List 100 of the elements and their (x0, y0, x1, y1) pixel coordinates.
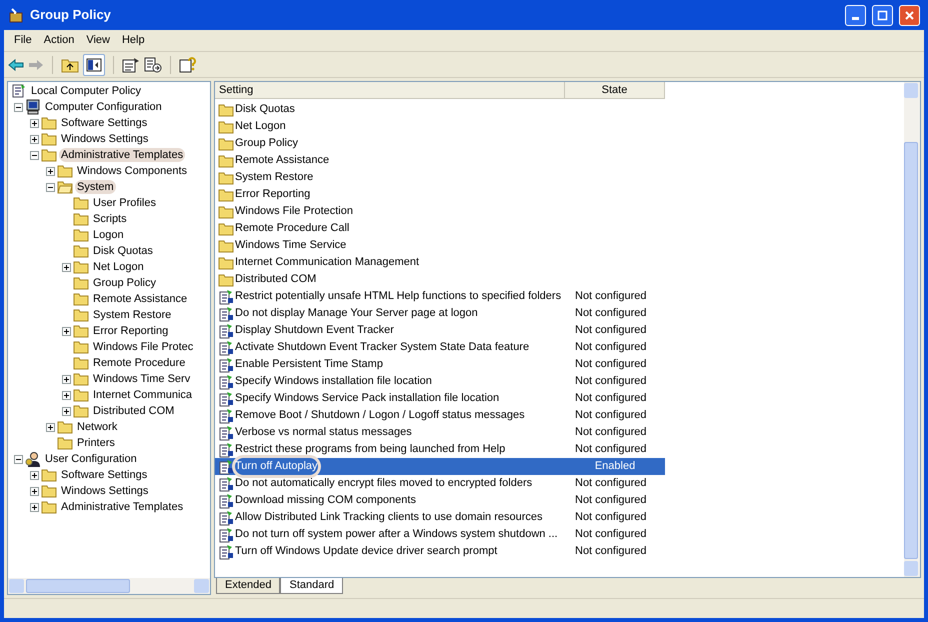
table-row[interactable]: Allow Distributed Link Tracking clients to use domain resources Not configured (215, 509, 665, 526)
policy-icon (218, 322, 234, 338)
table-row[interactable]: Verbose vs normal status messages Not configured (215, 424, 665, 441)
tree-item[interactable]: Scripts (91, 212, 129, 226)
table-row[interactable]: Turn off Autoplay Enabled (215, 458, 665, 475)
table-row[interactable]: Specify Windows Service Pack installation file location Not configured (215, 390, 665, 407)
expand-toggle[interactable] (30, 486, 39, 496)
menu-item[interactable]: Help (116, 32, 151, 49)
back-arrow-icon[interactable] (8, 58, 24, 72)
tree-item[interactable]: Software Settings (59, 116, 150, 130)
folder-icon (73, 244, 89, 258)
table-row[interactable]: Do not automatically encrypt files moved to encrypted folders Not configured (215, 475, 665, 492)
tree-item[interactable]: Computer Configuration (43, 100, 164, 114)
table-row[interactable]: Specify Windows installation file location Not configured (215, 373, 665, 390)
table-row[interactable]: Remove Boot / Shutdown / Logon / Logoff status messages Not configured (215, 407, 665, 424)
horizontal-scrollbar[interactable] (8, 578, 210, 594)
vertical-scrollbar[interactable] (904, 82, 920, 577)
table-row[interactable]: Distributed COM (215, 271, 665, 288)
show-tree-toggle[interactable] (83, 54, 105, 76)
folder-icon (41, 484, 57, 498)
table-row[interactable]: Net Logon (215, 118, 665, 135)
expand-toggle[interactable] (30, 470, 39, 480)
table-row[interactable]: Internet Communication Management (215, 254, 665, 271)
tree-item[interactable]: Disk Quotas (91, 244, 155, 258)
tree-item[interactable]: System Restore (91, 308, 174, 322)
table-row[interactable]: Windows Time Service (215, 237, 665, 254)
table-row[interactable]: Download missing COM components Not configured (215, 492, 665, 509)
expand-toggle[interactable] (62, 374, 71, 384)
tree-item[interactable]: Net Logon (91, 260, 146, 274)
expand-toggle[interactable] (30, 502, 39, 512)
properties-icon[interactable] (122, 56, 140, 72)
policy-icon (218, 442, 234, 458)
table-row[interactable]: Do not display Manage Your Server page at logon Not configured (215, 305, 665, 322)
table-row[interactable]: Restrict potentially unsafe HTML Help functions to specified folders Not configured (215, 288, 665, 305)
minimize-icon (852, 17, 859, 20)
expand-toggle[interactable] (62, 326, 71, 336)
folder-icon (218, 102, 234, 116)
tree-item[interactable]: Windows Settings (59, 484, 150, 498)
setting-name: Remote Assistance (235, 153, 330, 168)
tree-item[interactable]: User Configuration (43, 452, 139, 466)
tree-item[interactable]: Printers (75, 436, 117, 450)
tree-item[interactable]: Administrative Templates (59, 500, 186, 514)
table-row[interactable]: System Restore (215, 169, 665, 186)
table-row[interactable]: Do not turn off system power after a Windows system shutdown ... Not configured (215, 526, 665, 543)
table-row[interactable]: Activate Shutdown Event Tracker System State Data feature Not configured (215, 339, 665, 356)
window-title: Group Policy (30, 6, 112, 24)
collapse-toggle[interactable] (46, 182, 55, 192)
menu-item[interactable]: File (8, 32, 38, 49)
table-row[interactable]: Group Policy (215, 135, 665, 152)
tree-item[interactable]: Windows Time Serv (91, 372, 192, 386)
tree-item[interactable]: Remote Procedure (91, 356, 188, 370)
view-tab[interactable]: Standard (280, 578, 344, 594)
table-row[interactable]: Enable Persistent Time Stamp Not configured (215, 356, 665, 373)
setting-name: Net Logon (235, 119, 286, 134)
collapse-toggle[interactable] (14, 102, 23, 112)
table-row[interactable]: Error Reporting (215, 186, 665, 203)
setting-name: Remote Procedure Call (235, 221, 350, 236)
tree-item[interactable]: System (75, 180, 116, 194)
menu-item[interactable]: View (80, 32, 116, 49)
expand-toggle[interactable] (46, 422, 55, 432)
minimize-button[interactable] (845, 4, 866, 26)
help-icon[interactable] (179, 56, 197, 72)
menu-item[interactable]: Action (38, 32, 80, 49)
table-row[interactable]: Turn off Windows Update device driver search prompt Not configured (215, 543, 665, 560)
tree-item[interactable]: Windows File Protec (91, 340, 196, 354)
tree-item[interactable]: Windows Components (75, 164, 190, 178)
tree-item[interactable]: Remote Assistance (91, 292, 190, 306)
view-tab[interactable]: Extended (216, 578, 280, 594)
collapse-toggle[interactable] (14, 454, 23, 464)
table-row[interactable]: Remote Procedure Call (215, 220, 665, 237)
table-row[interactable]: Remote Assistance (215, 152, 665, 169)
tree-item[interactable]: Administrative Templates (59, 148, 186, 162)
column-header[interactable]: Setting (215, 82, 565, 99)
tree-item[interactable]: Error Reporting (91, 324, 170, 338)
expand-toggle[interactable] (62, 262, 71, 272)
table-row[interactable]: Display Shutdown Event Tracker Not configured (215, 322, 665, 339)
up-folder-icon[interactable] (61, 56, 79, 72)
maximize-button[interactable] (872, 4, 893, 26)
tree-item[interactable]: Group Policy (91, 276, 158, 290)
expand-toggle[interactable] (46, 166, 55, 176)
collapse-toggle[interactable] (30, 150, 39, 160)
tree-item[interactable]: Internet Communica (91, 388, 194, 402)
tree-item[interactable]: Network (75, 420, 120, 434)
column-header[interactable]: State (565, 82, 665, 99)
tree-item[interactable]: Local Computer Policy (29, 84, 144, 98)
expand-toggle[interactable] (62, 406, 71, 416)
expand-toggle[interactable] (62, 390, 71, 400)
state-cell-text: Not configured (574, 544, 648, 560)
tree-item[interactable]: Software Settings (59, 468, 150, 482)
tree-item[interactable]: Distributed COM (91, 404, 176, 418)
tree-item[interactable]: User Profiles (91, 196, 158, 210)
table-row[interactable]: Restrict these programs from being launched from Help Not configured (215, 441, 665, 458)
expand-toggle[interactable] (30, 134, 39, 144)
tree-item[interactable]: Logon (91, 228, 126, 242)
export-list-icon[interactable] (144, 56, 162, 72)
expand-toggle[interactable] (30, 118, 39, 128)
table-row[interactable]: Windows File Protection (215, 203, 665, 220)
table-row[interactable]: Disk Quotas (215, 101, 665, 118)
tree-item[interactable]: Windows Settings (59, 132, 150, 146)
close-button[interactable] (899, 4, 920, 26)
